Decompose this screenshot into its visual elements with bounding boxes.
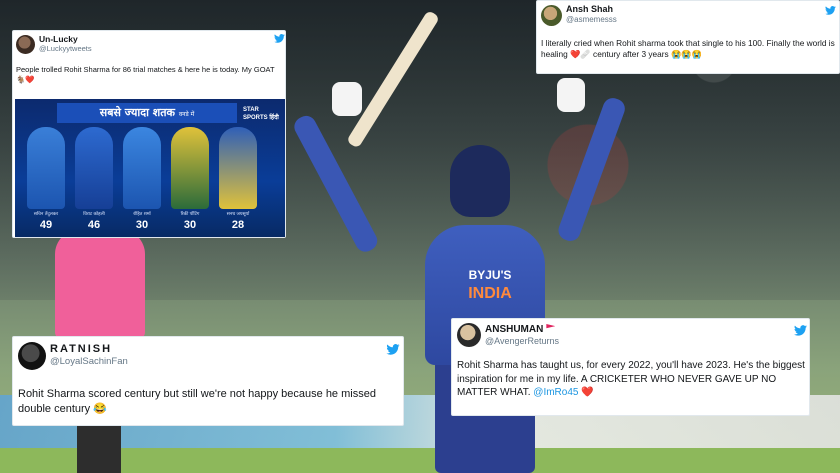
scoreboard-title: सबसे ज्यादा शतक वनडे में [57,103,237,123]
player-name: रोहित शर्मा [133,212,151,217]
mention-link[interactable]: @ImRo45 [533,387,578,398]
tweet-media-scoreboard[interactable]: सबसे ज्यादा शतक वनडे में STAR SPORTS हिं… [15,99,285,237]
tweet-author-handle[interactable]: @Luckyytweets [39,44,92,53]
player-portrait [219,127,257,209]
player-centuries: 28 [231,219,245,231]
tweet-card-ratnish[interactable]: RATNISH @LoyalSachinFan Rohit Sharma sco… [12,336,404,426]
tweet-card-unlucky[interactable]: Un-Lucky @Luckyytweets People trolled Ro… [12,30,286,238]
avatar[interactable] [18,342,46,370]
player-portrait [123,127,161,209]
avatar[interactable] [541,5,562,26]
twitter-bird-icon[interactable] [274,34,285,43]
jersey-sponsor: BYJU'S [468,268,512,282]
tweet-author-name[interactable]: Ansh Shah [566,4,613,14]
avatar[interactable] [16,35,35,54]
player-portrait [75,127,113,209]
player-centuries: 30 [135,219,149,231]
player-portrait [171,127,209,209]
tweet-card-ansh-shah[interactable]: Ansh Shah @asmemesss I literally cried w… [536,0,840,74]
tweet-card-anshuman[interactable]: ANSHUMAN @AvengerReturns Rohit Sharma ha… [451,318,810,416]
player-name: विराट कोहली [83,212,105,217]
tweet-author-name[interactable]: RATNISH [50,343,112,355]
batsman-helmet [450,145,510,217]
tweet-text: People trolled Rohit Sharma for 86 trial… [16,65,275,85]
tweet-author-name[interactable]: ANSHUMAN [485,324,556,335]
player-centuries: 49 [39,219,53,231]
twitter-bird-icon[interactable] [825,6,836,15]
jersey-team-name: INDIA [468,285,512,302]
tweet-author-handle[interactable]: @AvengerReturns [485,336,559,346]
player-centuries: 30 [183,219,197,231]
player-portrait [27,127,65,209]
twitter-bird-icon[interactable] [794,325,807,336]
channel-logo: STAR SPORTS हिंदी [243,107,279,121]
avatar[interactable] [457,323,481,347]
heart-emoji: ❤️ [578,387,594,398]
tweet-text: Rohit Sharma has taught us, for every 20… [457,360,805,398]
tweet-text: I literally cried when Rohit sharma took… [541,38,835,60]
tweet-author-handle[interactable]: @LoyalSachinFan [50,356,128,367]
player-name: रिकी पोंटिंग [180,212,200,217]
batting-glove-right [557,78,585,112]
batting-glove-left [332,82,362,116]
umpire-shirt [55,230,145,340]
tweet-author-handle[interactable]: @asmemesss [566,15,617,24]
tweet-author-name[interactable]: Un-Lucky [39,34,78,44]
player-centuries: 46 [87,219,101,231]
tweet-text: Rohit Sharma scored century but still we… [18,388,376,415]
twitter-bird-icon[interactable] [386,344,400,355]
mending-heart-emoji: ❤️🩹 [570,49,591,60]
player-name: सनथ जयसूर्या [226,212,250,217]
player-name: सचिन तेंदुलकर [33,212,59,217]
flag-icon [546,324,556,329]
